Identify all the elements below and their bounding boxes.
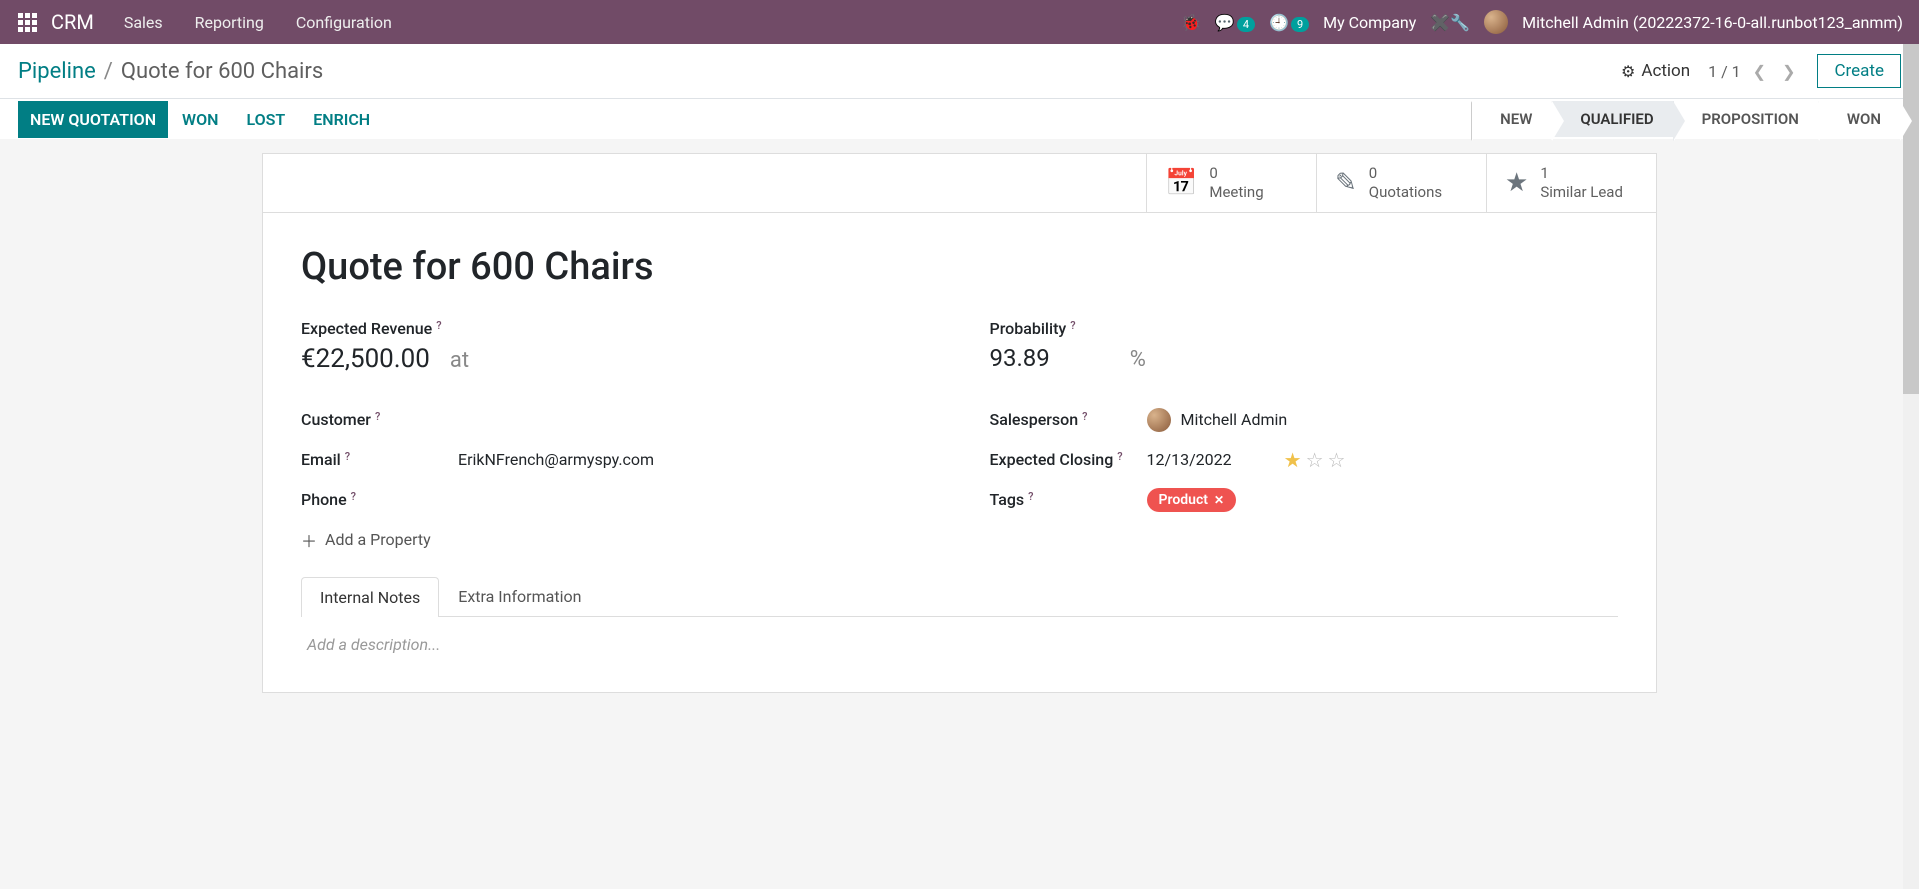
status-bar: NEW QUALIFIED PROPOSITION WON: [1472, 101, 1901, 137]
help-icon[interactable]: ?: [375, 410, 380, 423]
apps-menu-icon[interactable]: [8, 13, 47, 32]
help-icon[interactable]: ?: [1082, 410, 1087, 423]
record-title[interactable]: Quote for 600 Chairs: [301, 245, 1618, 289]
salesperson-value[interactable]: Mitchell Admin: [1181, 410, 1288, 429]
stat-similar-count: 1: [1540, 164, 1623, 183]
add-property-button[interactable]: ＋ Add a Property: [301, 528, 431, 552]
description-placeholder[interactable]: Add a description...: [307, 635, 1612, 654]
at-word: at: [450, 348, 469, 373]
messages-badge: 4: [1237, 17, 1255, 32]
star-2-icon[interactable]: ☆: [1306, 448, 1324, 472]
stage-qualified[interactable]: QUALIFIED: [1552, 101, 1673, 137]
help-icon[interactable]: ?: [1117, 450, 1122, 463]
stage-won[interactable]: WON: [1819, 101, 1901, 137]
tab-extra-information[interactable]: Extra Information: [439, 576, 600, 616]
salesperson-label: Salesperson?: [990, 410, 1135, 429]
debug-icon[interactable]: 🐞: [1181, 13, 1201, 32]
calendar-icon: 📅: [1165, 168, 1197, 198]
stage-new[interactable]: NEW: [1472, 101, 1552, 137]
tag-product[interactable]: Product ✕: [1147, 488, 1237, 512]
action-dropdown[interactable]: ⚙ Action: [1621, 61, 1690, 81]
scroll-thumb[interactable]: [1903, 44, 1919, 394]
tab-internal-notes[interactable]: Internal Notes: [301, 577, 439, 617]
help-icon[interactable]: ?: [345, 450, 350, 463]
action-label: Action: [1641, 61, 1690, 81]
expected-revenue-label: Expected Revenue?: [301, 319, 442, 338]
nav-menu: Sales Reporting Configuration: [108, 3, 408, 42]
salesperson-avatar: [1147, 408, 1171, 432]
new-quotation-button[interactable]: NEW QUOTATION: [18, 101, 168, 138]
stat-similar-label: Similar Lead: [1540, 183, 1623, 202]
enrich-button[interactable]: ENRICH: [299, 101, 384, 138]
phone-label: Phone?: [301, 490, 446, 509]
breadcrumb: Pipeline / Quote for 600 Chairs: [18, 59, 323, 84]
scrollbar[interactable]: [1903, 44, 1919, 889]
won-button[interactable]: WON: [168, 101, 232, 138]
activities-badge: 9: [1291, 17, 1309, 32]
add-property-label: Add a Property: [325, 530, 431, 549]
star-3-icon[interactable]: ☆: [1328, 448, 1346, 472]
stat-quotations[interactable]: ✎ 0 Quotations: [1316, 154, 1486, 212]
stat-meeting-label: Meeting: [1209, 183, 1263, 202]
lost-button[interactable]: LOST: [232, 101, 299, 138]
activities-icon[interactable]: 🕘9: [1269, 13, 1309, 32]
plus-icon: ＋: [301, 528, 317, 552]
pager-text[interactable]: 1 / 1: [1708, 62, 1741, 81]
user-name[interactable]: Mitchell Admin (20222372-16-0-all.runbot…: [1522, 13, 1903, 32]
star-1-icon[interactable]: ★: [1284, 448, 1302, 472]
stat-meeting[interactable]: 📅 0 Meeting: [1146, 154, 1316, 212]
email-label: Email?: [301, 450, 446, 469]
edit-icon: ✎: [1335, 168, 1357, 198]
stat-similar[interactable]: ★ 1 Similar Lead: [1486, 154, 1656, 212]
help-icon[interactable]: ?: [1070, 319, 1075, 332]
expected-closing-value[interactable]: 12/13/2022: [1147, 450, 1232, 469]
gear-icon: ⚙: [1621, 62, 1635, 81]
nav-reporting[interactable]: Reporting: [179, 3, 280, 42]
stat-quotations-label: Quotations: [1369, 183, 1442, 202]
email-value[interactable]: ErikNFrench@armyspy.com: [458, 450, 654, 469]
probability-value[interactable]: 93.89: [990, 344, 1050, 372]
app-brand[interactable]: CRM: [47, 10, 108, 34]
stat-meeting-count: 0: [1209, 164, 1263, 183]
form-sheet: 📅 0 Meeting ✎ 0 Quotations ★ 1 Similar L…: [262, 153, 1657, 693]
stage-proposition[interactable]: PROPOSITION: [1674, 101, 1819, 137]
nav-sales[interactable]: Sales: [108, 3, 179, 42]
pager-next[interactable]: ❯: [1778, 62, 1799, 81]
tools-icon[interactable]: ✖‍🔧: [1430, 13, 1470, 32]
help-icon[interactable]: ?: [1028, 490, 1033, 503]
expected-revenue-value[interactable]: €22,500.00: [301, 344, 430, 374]
breadcrumb-parent[interactable]: Pipeline: [18, 59, 96, 84]
expected-closing-label: Expected Closing?: [990, 450, 1135, 469]
create-button[interactable]: Create: [1817, 54, 1901, 88]
pager: 1 / 1 ❮ ❯: [1708, 62, 1799, 81]
company-switcher[interactable]: My Company: [1323, 13, 1416, 32]
user-avatar[interactable]: [1484, 10, 1508, 34]
help-icon[interactable]: ?: [351, 490, 356, 503]
tag-label: Product: [1159, 492, 1208, 508]
stat-quotations-count: 0: [1369, 164, 1442, 183]
messages-icon[interactable]: 💬4: [1215, 13, 1255, 32]
tags-label: Tags?: [990, 490, 1135, 509]
breadcrumb-current: Quote for 600 Chairs: [121, 59, 323, 84]
probability-label: Probability?: [990, 319, 1076, 338]
star-icon: ★: [1505, 168, 1528, 198]
priority-stars[interactable]: ★ ☆ ☆: [1284, 448, 1346, 472]
breadcrumb-separator: /: [104, 59, 113, 84]
pager-prev[interactable]: ❮: [1749, 62, 1770, 81]
customer-label: Customer?: [301, 410, 446, 429]
nav-configuration[interactable]: Configuration: [280, 3, 408, 42]
percent-sign: %: [1130, 347, 1146, 372]
help-icon[interactable]: ?: [436, 319, 441, 332]
tag-remove-icon[interactable]: ✕: [1214, 493, 1224, 507]
